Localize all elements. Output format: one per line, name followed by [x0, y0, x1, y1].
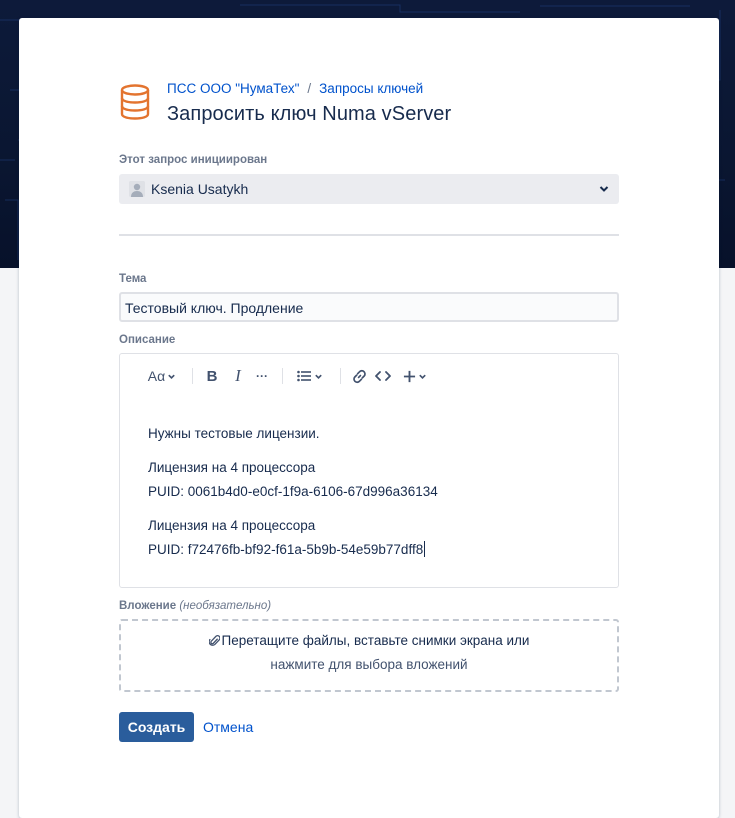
paragraph-with-caret: PUID: f72476fb-bf92-f61a-5b9b-54e59b77df… [148, 538, 438, 562]
bold-button[interactable]: B [204, 366, 220, 386]
code-icon [375, 371, 391, 381]
description-editor[interactable]: Aα B I ··· Нужны тестовые лицензии. Лице… [119, 353, 619, 588]
paragraph-text: PUID: f72476fb-bf92-f61a-5b9b-54e59b77df… [148, 542, 424, 557]
optional-hint: (необязательно) [179, 600, 272, 612]
toolbar-separator [340, 368, 341, 384]
paragraph: Лицензия на 4 процессора [148, 518, 316, 533]
paperclip-icon [208, 635, 220, 646]
paragraph: Лицензия на 4 процессора [148, 460, 316, 475]
reporter-select[interactable]: Ksenia Usatykh [119, 174, 619, 204]
browse-attachments-link[interactable]: нажмите для выбора вложений [121, 657, 617, 672]
request-form-card: ПСС ООО "НумаТех" / Запросы ключей Запроси… [19, 18, 719, 818]
toolbar-separator [282, 368, 283, 384]
breadcrumb-separator: / [307, 81, 312, 96]
dropzone-text: Перетащите файлы, вставьте снимки экрана… [221, 633, 530, 648]
section-divider [119, 234, 619, 236]
description-label: Описание [119, 334, 176, 346]
attachment-label: Вложение (необязательно) [119, 600, 271, 612]
default-avatar-icon [129, 181, 145, 197]
chevron-down-icon [315, 374, 322, 379]
attachment-label-text: Вложение [119, 600, 177, 612]
reporter-name: Ksenia Usatykh [151, 181, 249, 197]
text-cursor [424, 541, 426, 557]
link-icon [352, 369, 366, 383]
bullet-list-icon [297, 370, 311, 382]
attachment-dropzone[interactable]: Перетащите файлы, вставьте снимки экрана… [119, 619, 619, 692]
page-title: Запросить ключ Numa vServer [167, 103, 452, 125]
chevron-down-icon[interactable] [598, 183, 610, 195]
italic-button[interactable]: I [230, 366, 246, 386]
cancel-button[interactable]: Отмена [203, 719, 253, 735]
breadcrumb: ПСС ООО "НумаТех" / Запросы ключей [167, 81, 423, 96]
chevron-down-icon [419, 374, 426, 379]
breadcrumb-project-link[interactable]: ПСС ООО "НумаТех" [167, 81, 299, 96]
reporter-label: Этот запрос инициирован [119, 154, 268, 166]
text-style-button[interactable]: Aα [146, 366, 178, 386]
paragraph: Нужны тестовые лицензии. [148, 426, 320, 441]
toolbar-separator [192, 368, 193, 384]
chevron-down-icon [168, 374, 175, 379]
subject-label: Тема [119, 273, 147, 285]
editor-toolbar: Aα B I ··· [146, 366, 606, 386]
text-style-label: Aα [147, 368, 166, 384]
create-button[interactable]: Создать [119, 712, 194, 742]
code-button[interactable] [374, 366, 392, 386]
list-button[interactable] [294, 366, 326, 386]
dropzone-line1: Перетащите файлы, вставьте снимки экрана… [121, 633, 617, 648]
link-button[interactable] [350, 366, 368, 386]
subject-input[interactable]: Тестовый ключ. Продление [119, 292, 619, 322]
editor-content[interactable]: Нужны тестовые лицензии. Лицензия на 4 п… [148, 422, 438, 562]
insert-button[interactable] [400, 366, 430, 386]
database-icon [120, 84, 150, 120]
avatar [129, 181, 145, 197]
plus-icon [403, 370, 416, 382]
paragraph: PUID: 0061b4d0-e0cf-1f9a-6106-67d996a361… [148, 484, 438, 499]
breadcrumb-queue-link[interactable]: Запросы ключей [319, 81, 423, 96]
more-formatting-button[interactable]: ··· [252, 366, 272, 386]
